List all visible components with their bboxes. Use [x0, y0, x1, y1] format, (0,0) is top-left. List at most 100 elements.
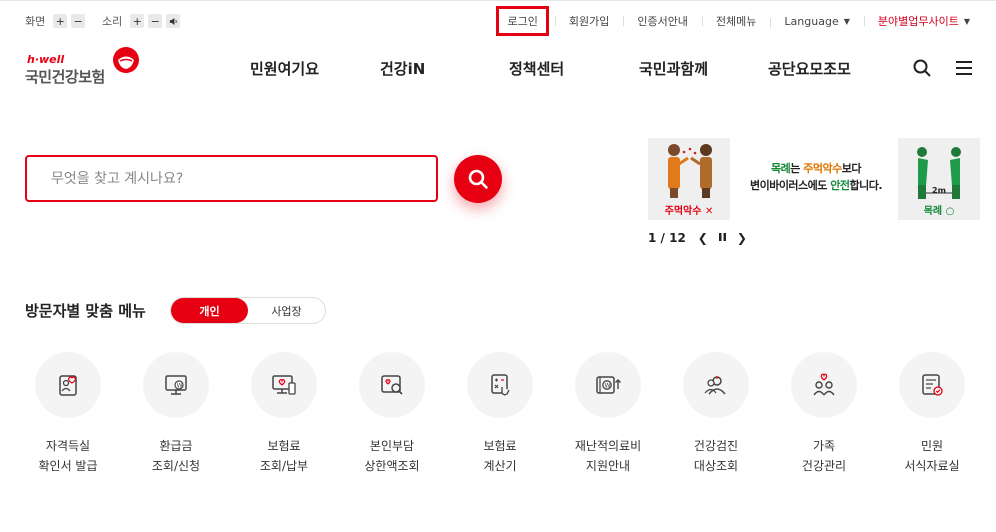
- quick-menu-health-checkup[interactable]: 건강검진대상조회: [662, 352, 770, 476]
- quick-menu-icon-container: [251, 352, 317, 418]
- fist-bump-card: 주먹악수 ✕: [648, 138, 730, 220]
- tab-individual[interactable]: 개인: [171, 298, 248, 323]
- nav-item-health-in[interactable]: 건강iN: [380, 58, 425, 79]
- bow-card: 2m 목례 ○: [898, 138, 980, 220]
- visitor-type-toggle: 개인 사업장: [170, 297, 326, 324]
- quick-menu-catastrophic-medical[interactable]: W 재난적의료비지원안내: [554, 352, 662, 476]
- banner-counter: 1 / 12: [648, 231, 686, 245]
- banner-word-fistbump: 주먹악수: [803, 162, 842, 175]
- svg-text:W: W: [177, 382, 183, 389]
- section-title: 방문자별 맞춤 메뉴: [25, 302, 146, 320]
- sound-control: 소리 + −: [102, 13, 184, 29]
- chevron-left-icon[interactable]: ❮: [698, 231, 708, 245]
- sound-down-button[interactable]: −: [148, 14, 163, 28]
- quick-menu-label: 지원안내: [585, 459, 631, 473]
- quick-menu-label: 계산기: [483, 459, 517, 473]
- banner-text: 변이바이러스에도: [749, 179, 831, 192]
- quick-menu-icon-container: W: [575, 352, 641, 418]
- chevron-right-icon[interactable]: ❯: [737, 231, 747, 245]
- banner-word-safe: 안전: [830, 179, 850, 192]
- banner-text: 보다: [841, 162, 862, 175]
- quick-menu-family-health[interactable]: 가족건강관리: [770, 352, 878, 476]
- id-card-heart-icon: [59, 375, 77, 396]
- nav-item-civil-service[interactable]: 민원여기요: [250, 58, 319, 79]
- screen-zoom-out-button[interactable]: −: [71, 14, 86, 28]
- field-sites-dropdown[interactable]: 분야별업무사이트 ▼: [863, 13, 984, 29]
- sound-up-button[interactable]: +: [130, 14, 145, 28]
- quick-menu-copay-limit[interactable]: 본인부담 상한액조회: [338, 352, 446, 476]
- screen-zoom-control: 화면 + −: [25, 13, 89, 29]
- quick-menu-eligibility[interactable]: 자격득실확인서 발급: [14, 352, 122, 476]
- quick-menu-label: 환급금: [159, 439, 193, 453]
- quick-menu-refund[interactable]: W 환급금조회/신청: [122, 352, 230, 476]
- search-box: [25, 155, 438, 202]
- quick-menu-label: 대상조회: [693, 459, 739, 473]
- utility-links: 로그인 회원가입 인증서안내 전체메뉴 Language ▼ 분야별업무사이트 ▼: [496, 1, 984, 41]
- quick-menu-label: 서식자료실: [904, 459, 960, 473]
- quick-menu-icon-container: [35, 352, 101, 418]
- certificate-guide-link[interactable]: 인증서안내: [623, 13, 702, 29]
- quick-menu-label: 자격득실: [45, 439, 91, 453]
- field-sites-label: 분야별업무사이트: [877, 15, 959, 28]
- quick-menu-label: 건강검진: [693, 439, 739, 453]
- quick-menu-premium-payment[interactable]: 보험료조회/납부: [230, 352, 338, 476]
- quick-menu-icon-container: [683, 352, 749, 418]
- people-heart-icon: [704, 376, 726, 395]
- quick-menu-icon-container: [359, 352, 425, 418]
- search-button[interactable]: [454, 155, 502, 203]
- quick-menu-icon-container: W: [143, 352, 209, 418]
- fist-bump-caption: 주먹악수 ✕: [664, 206, 714, 217]
- document-search-icon: [381, 375, 403, 395]
- sound-label: 소리: [102, 15, 123, 28]
- banner-pager: 1 / 12 ❮ ❯: [648, 231, 757, 245]
- quick-menu-list: 자격득실 확인서 발급 W 환급금 조회/신청 보험료 조회/납부 본인부담 상…: [0, 352, 996, 492]
- utility-bar: 화면 + − 소리 + − 로그인 회원가입 인증서안내 전체메뉴 Langua…: [0, 0, 996, 40]
- main-navigation: 민원여기요 건강iN 정책센터 국민과함께 공단요모조모: [0, 58, 996, 80]
- monitor-heart-icon: [272, 375, 296, 395]
- caret-down-icon: ▼: [963, 16, 970, 26]
- search-icon[interactable]: [912, 58, 932, 78]
- banner-text: 합니다.: [849, 179, 883, 192]
- quick-menu-label: 조회/신청: [151, 459, 201, 473]
- caret-down-icon: ▼: [843, 16, 850, 26]
- join-link[interactable]: 회원가입: [554, 13, 623, 29]
- screen-zoom-in-button[interactable]: +: [53, 14, 68, 28]
- form-check-icon: [922, 374, 943, 396]
- quick-menu-icon-container: [791, 352, 857, 418]
- search-input[interactable]: [51, 170, 411, 187]
- search-icon: [468, 169, 488, 189]
- quick-menu-label: 조회/납부: [259, 459, 309, 473]
- quick-menu-premium-calculator[interactable]: 보험료계산기: [446, 352, 554, 476]
- won-document-arrow-icon: W: [596, 376, 621, 394]
- screen-label: 화면: [25, 15, 46, 28]
- quick-menu-icon-container: [899, 352, 965, 418]
- banner-message: 목례는 주먹악수보다 변이바이러스에도 안전합니다.: [736, 160, 896, 194]
- quick-menu-label: 재난적의료비: [574, 439, 642, 453]
- nav-item-with-citizens[interactable]: 국민과함께: [639, 58, 708, 79]
- calculator-hand-icon: [491, 374, 510, 396]
- notice-banner[interactable]: 주먹악수 ✕ 목례는 주먹악수보다 변이바이러스에도 안전합니다. 2m 목례 …: [648, 138, 980, 220]
- quick-menu-label: 건강관리: [801, 459, 847, 473]
- monitor-won-icon: W: [165, 375, 187, 395]
- quick-menu-icon-container: [467, 352, 533, 418]
- quick-menu-label: 민원: [920, 439, 944, 453]
- tab-business[interactable]: 사업장: [248, 298, 325, 323]
- quick-menu-forms-library[interactable]: 민원서식자료실: [878, 352, 986, 476]
- nav-item-corporation-info[interactable]: 공단요모조모: [768, 58, 851, 79]
- login-link[interactable]: 로그인: [496, 6, 549, 36]
- distance-label: 2m: [932, 186, 946, 195]
- language-dropdown[interactable]: Language ▼: [770, 15, 863, 28]
- svg-text:W: W: [605, 382, 611, 389]
- quick-menu-label: 본인부담: [369, 439, 415, 453]
- family-heart-icon: [813, 373, 835, 396]
- pause-icon[interactable]: [718, 231, 727, 245]
- speaker-icon[interactable]: [166, 14, 181, 28]
- quick-menu-label: 보험료: [483, 439, 517, 453]
- all-menu-link[interactable]: 전체메뉴: [701, 13, 770, 29]
- quick-menu-label: 보험료: [267, 439, 301, 453]
- quick-menu-label: 확인서 발급: [38, 459, 98, 473]
- quick-menu-label: 가족: [812, 439, 836, 453]
- nav-item-policy-center[interactable]: 정책센터: [509, 58, 564, 79]
- hamburger-menu-icon[interactable]: [954, 58, 974, 78]
- banner-word-bow: 목례: [771, 162, 791, 175]
